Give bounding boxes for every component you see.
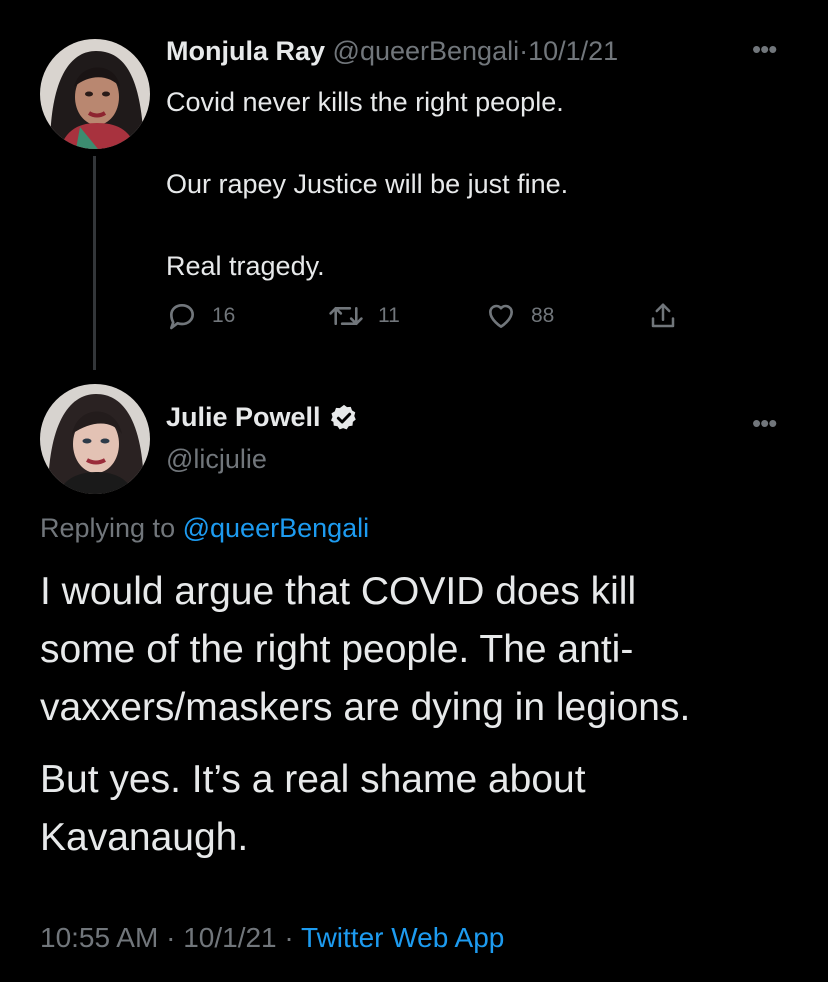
tweet2-author-handle[interactable]: @licjulie <box>166 444 267 475</box>
tweet2-meta-separator-1: · <box>166 922 176 953</box>
thread-line <box>93 156 96 370</box>
tweet2-p2-line-2: Kavanaugh. <box>40 816 249 859</box>
like-count: 88 <box>531 304 555 327</box>
tweet1-line-2: Our rapey Justice will be just fine. <box>166 169 569 199</box>
tweet1-author-handle[interactable]: @queerBengali <box>333 36 520 66</box>
tweet1-line-3: Real tragedy. <box>166 251 325 281</box>
retweet-button[interactable]: 11 <box>328 300 400 332</box>
heart-icon <box>489 304 513 328</box>
replying-to-label: Replying to <box>40 513 176 543</box>
tweet2-meta: 10:55 AM · 10/1/21 · Twitter Web App <box>40 922 504 954</box>
avatar-monjula-ray[interactable] <box>40 39 150 149</box>
verified-badge-icon <box>330 404 356 429</box>
tweet2-header: Julie Powell <box>166 402 359 433</box>
reply-count: 16 <box>212 304 236 327</box>
replying-to: Replying to @queerBengali <box>40 513 369 544</box>
tweet2-p1-line-3: vaxxers/maskers are dying in legions. <box>40 686 691 729</box>
tweet2-p1-line-2: some of the right people. The anti- <box>40 628 634 671</box>
tweet2-text: I would argue that COVID does kill some … <box>40 563 820 867</box>
tweet2-author-name[interactable]: Julie Powell <box>166 402 321 433</box>
reply-icon <box>170 304 194 330</box>
tweet2-p1-line-1: I would argue that COVID does kill <box>40 570 637 613</box>
tweet1-date[interactable]: 10/1/21 <box>528 36 618 66</box>
tweet2-time[interactable]: 10:55 AM <box>40 922 158 953</box>
replying-to-handle[interactable]: @queerBengali <box>183 513 370 543</box>
tweet1-header: Monjula Ray @queerBengali·10/1/21 <box>166 36 618 67</box>
tweet1-separator: · <box>519 36 529 66</box>
tweet1-author-name[interactable]: Monjula Ray <box>166 36 325 66</box>
tweet1-line-1: Covid never kills the right people. <box>166 87 564 117</box>
tweet1-text: Covid never kills the right people. Our … <box>166 82 766 287</box>
more-horizontal-icon: ••• <box>752 34 777 64</box>
tweet2-p2-line-1: But yes. It’s a real shame about <box>40 758 586 801</box>
tweet2-meta-separator-2: · <box>284 922 294 953</box>
avatar-julie-powell[interactable] <box>40 384 150 494</box>
share-icon <box>651 303 675 328</box>
like-button[interactable]: 88 <box>485 300 554 332</box>
more-horizontal-icon: ••• <box>752 408 777 438</box>
tweet2-more-button[interactable]: ••• <box>752 408 777 439</box>
retweet-icon <box>329 307 363 325</box>
tweet1-more-button[interactable]: ••• <box>752 34 777 65</box>
tweet2-source[interactable]: Twitter Web App <box>301 922 504 953</box>
tweet2-date[interactable]: 10/1/21 <box>183 922 276 953</box>
reply-button[interactable]: 16 <box>166 300 235 332</box>
retweet-count: 11 <box>378 304 400 327</box>
share-button[interactable] <box>648 300 678 332</box>
